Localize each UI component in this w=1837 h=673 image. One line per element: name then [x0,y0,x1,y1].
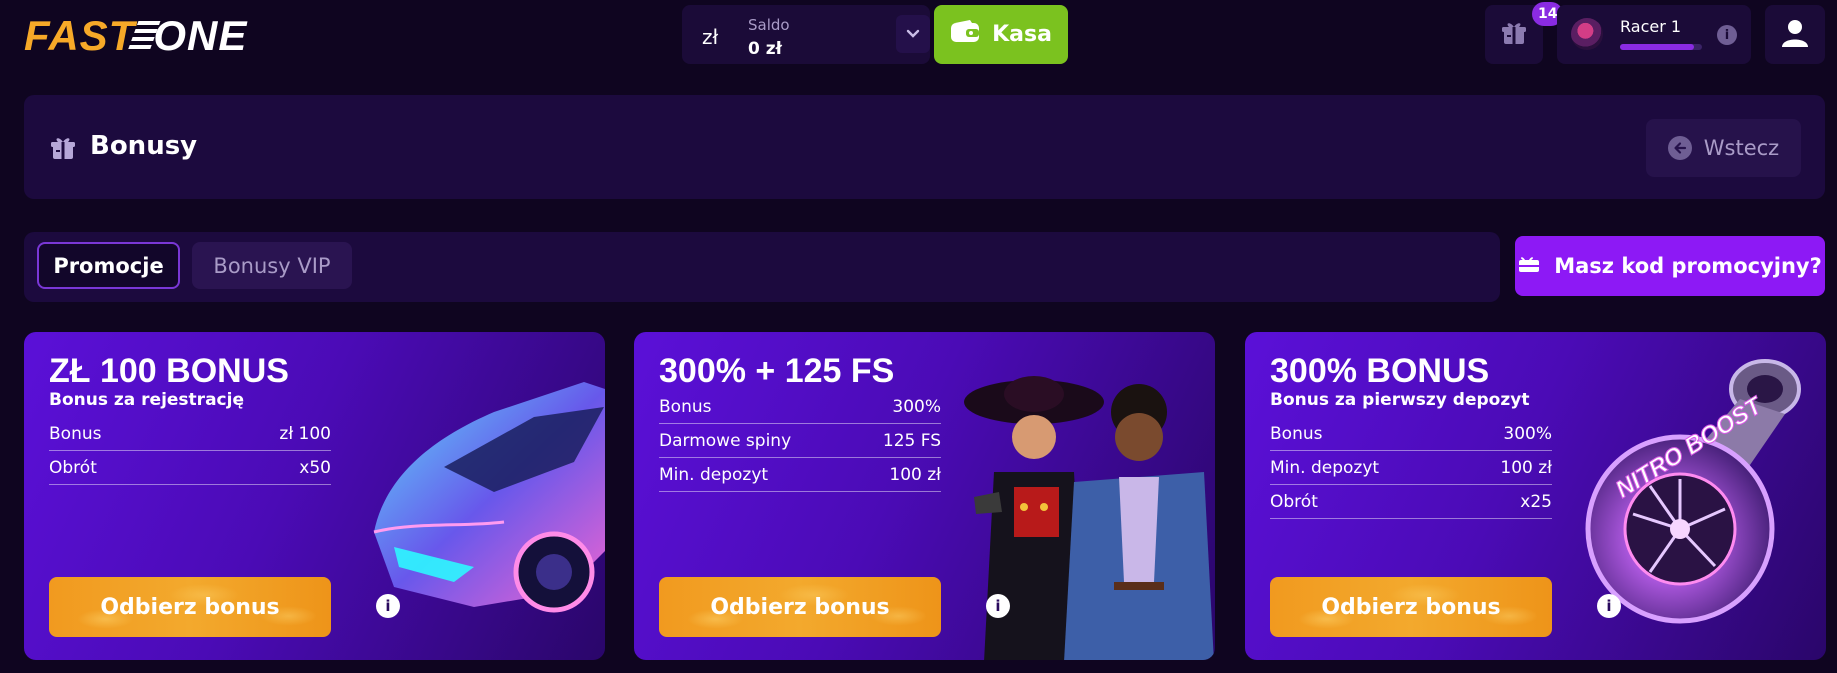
balance-selector[interactable]: zł Saldo 0 zł [682,5,930,64]
detail-row: Min. depozyt 100 zł [1270,451,1552,485]
detail-label: Obrót [1270,491,1318,512]
profile-panel[interactable]: Racer 1 i [1557,5,1751,64]
detail-value: 300% [892,396,941,417]
detail-label: Bonus [49,423,102,444]
detail-row: Obrót x25 [1270,485,1552,519]
avatar [1571,18,1603,50]
gift-icon [50,135,76,165]
page-header: Bonusy Wstecz [24,95,1825,199]
card-details: Bonus 300% Min. depozyt 100 zł Obrót x25 [1270,417,1552,519]
detail-label: Obrót [49,457,97,478]
level-progress-bar [1620,44,1702,50]
detail-row: Bonus 300% [659,390,941,424]
detail-value: x25 [1520,491,1552,512]
user-icon [1780,18,1810,52]
detail-value: 100 zł [1500,457,1552,478]
balance-value: 0 zł [748,39,782,59]
back-button[interactable]: Wstecz [1646,119,1801,177]
wallet-icon [950,19,980,50]
info-icon[interactable]: i [986,594,1010,618]
sports-car-image [373,382,605,613]
bonus-card-free-spins: 300% + 125 FS Bonus 300% Darmowe spiny 1… [634,332,1215,660]
fastone-logo[interactable]: FAST ONE [24,12,248,59]
card-subtitle: Bonus za rejestrację [49,390,244,410]
detail-label: Bonus [659,396,712,417]
promo-code-button[interactable]: Masz kod promocyjny? [1515,236,1825,296]
cashier-label: Kasa [992,22,1052,47]
page-title: Bonusy [90,131,198,161]
detail-row: Bonus 300% [1270,417,1552,451]
bonus-card-first-deposit: NITRO BOOST 300% BONUS Bonus za pierwszy… [1245,332,1826,660]
detail-value: 100 zł [889,464,941,485]
detail-row: Bonus zł 100 [49,417,331,451]
back-label: Wstecz [1703,136,1780,160]
detail-label: Bonus [1270,423,1323,444]
claim-bonus-button[interactable]: Odbierz bonus [1270,577,1552,637]
balance-label: Saldo [748,16,790,34]
detail-value: x50 [299,457,331,478]
bonus-card-registration: ZŁ 100 BONUS Bonus za rejestrację Bonus … [24,332,605,660]
claim-bonus-button[interactable]: Odbierz bonus [659,577,941,637]
detail-row: Min. depozyt 100 zł [659,458,941,492]
detail-value: 300% [1503,423,1552,444]
card-details: Bonus 300% Darmowe spiny 125 FS Min. dep… [659,390,941,492]
ticket-icon [1518,254,1540,279]
card-details: Bonus zł 100 Obrót x50 [49,417,331,485]
card-subtitle: Bonus za pierwszy depozyt [1270,390,1530,410]
logo-part-one: ONE [153,12,248,59]
detail-label: Min. depozyt [659,464,769,485]
profile-name: Racer 1 [1620,17,1682,36]
claim-bonus-button[interactable]: Odbierz bonus [49,577,331,637]
tab-promocje[interactable]: Promocje [37,242,180,289]
user-menu-button[interactable] [1765,5,1825,64]
tabs-bar: Promocje Bonusy VIP [24,232,1500,302]
detail-value: zł 100 [279,423,331,444]
detail-label: Darmowe spiny [659,430,792,451]
promo-code-label: Masz kod promocyjny? [1554,254,1822,278]
logo-part-fast: FAST [24,12,136,59]
chevron-down-icon[interactable] [896,15,930,53]
balance-currency: zł [702,25,719,49]
tab-bonusy-vip[interactable]: Bonusy VIP [192,242,352,289]
detail-row: Darmowe spiny 125 FS [659,424,941,458]
card-title: 300% BONUS [1270,352,1490,390]
info-icon[interactable]: i [1717,25,1737,45]
arrow-left-icon [1667,136,1692,160]
info-icon[interactable]: i [1597,594,1621,618]
detail-label: Min. depozyt [1270,457,1380,478]
gift-icon [1501,20,1527,50]
cashier-button[interactable]: Kasa [934,5,1068,64]
card-title: ZŁ 100 BONUS [49,352,289,390]
detail-row: Obrót x50 [49,451,331,485]
detail-value: 125 FS [882,430,941,451]
card-title: 300% + 125 FS [659,352,895,390]
level-progress-fill [1620,44,1694,50]
info-icon[interactable]: i [376,594,400,618]
